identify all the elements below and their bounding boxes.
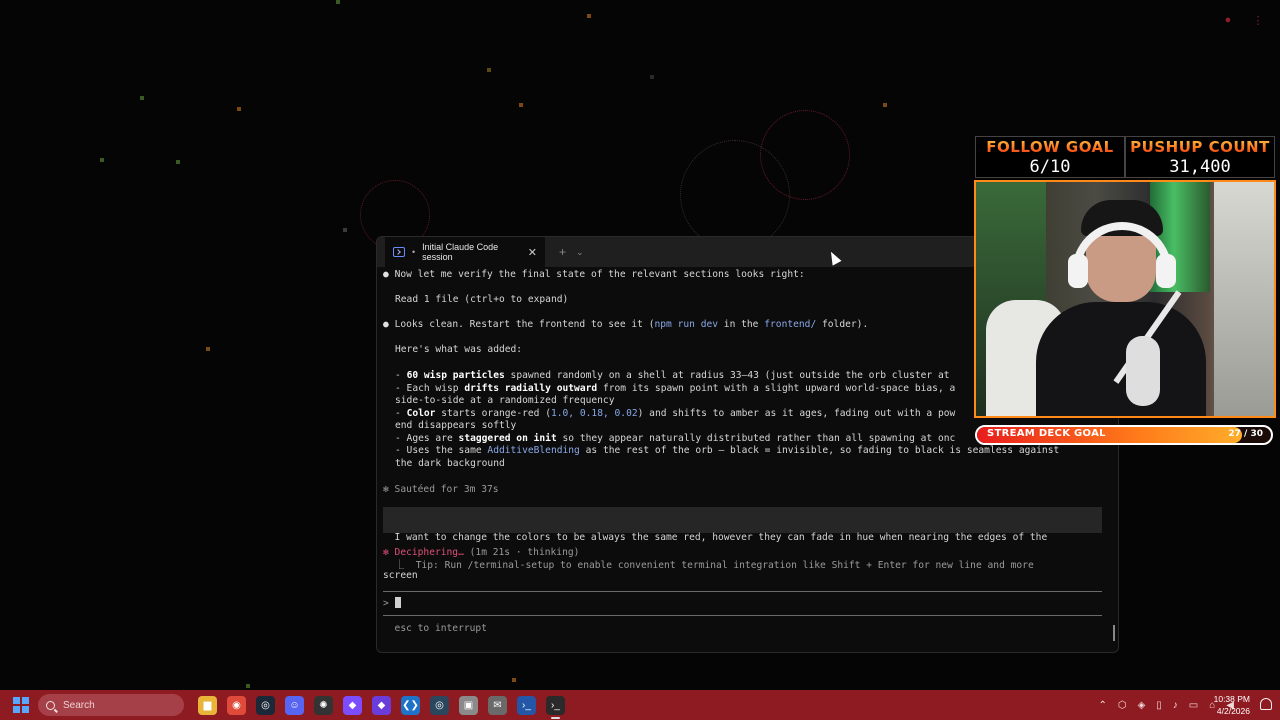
- headphone-cup: [1156, 254, 1176, 288]
- webcam-person-body: [1036, 302, 1206, 416]
- new-tab-button[interactable]: +: [559, 245, 566, 259]
- notification-bell-icon[interactable]: [1260, 698, 1272, 710]
- scrollbar[interactable]: [1113, 625, 1115, 641]
- webcam-wall: [1214, 182, 1274, 416]
- taskbar: Search ▆ ◉ ◎ ☺ ✺ ◆ ◆ ❮❯ ◎ ▣ ✉ ›_ ›_ ⌃ ⬡ ◈ ▯ ♪ ▭ ⌂ ◀ …: [0, 690, 1280, 720]
- particle: [587, 14, 591, 18]
- search-box[interactable]: Search: [38, 694, 184, 716]
- search-icon: [46, 700, 55, 710]
- list-item: - Uses the same AdditiveBlending as the …: [395, 445, 1060, 456]
- clock-date: 4/2/2026: [1216, 706, 1250, 716]
- pushup-count-value: 31,400: [1169, 157, 1231, 177]
- particle: [883, 103, 887, 107]
- terminal-tab-icon: [393, 247, 405, 257]
- particle: [650, 75, 654, 79]
- headphone-cup: [1068, 254, 1088, 288]
- tray-expand-icon[interactable]: ⌃: [1098, 700, 1106, 711]
- particle: [100, 158, 104, 162]
- chrome-icon[interactable]: ◉: [227, 695, 246, 715]
- pushup-count-title: PUSHUP COUNT: [1126, 137, 1274, 157]
- stream-deck-goal-label: STREAM DECK GOAL: [987, 428, 1106, 439]
- tray-app-icon[interactable]: ◈: [1138, 700, 1146, 711]
- mic-icon[interactable]: ●: [1221, 14, 1235, 28]
- wisp-arc: [760, 110, 850, 200]
- particle: [246, 684, 250, 688]
- thinking-status: ✻ Deciphering… (1m 21s · thinking): [383, 547, 580, 558]
- particle: [343, 228, 347, 232]
- mail-icon[interactable]: ✉: [488, 695, 507, 715]
- obsidian-icon[interactable]: ◆: [343, 695, 362, 715]
- more-icon[interactable]: ⋮: [1251, 14, 1265, 28]
- particle: [336, 0, 340, 4]
- prompt-input[interactable]: >: [383, 597, 1102, 611]
- follow-goal-title: FOLLOW GOAL: [976, 137, 1124, 157]
- particle: [140, 96, 144, 100]
- taskbar-apps: ▆ ◉ ◎ ☺ ✺ ◆ ◆ ❮❯ ◎ ▣ ✉ ›_ ›_: [198, 695, 565, 719]
- stream-goals: FOLLOW GOAL 6/10 PUSHUP COUNT 31,400: [975, 136, 1275, 178]
- file-explorer-icon[interactable]: ▆: [198, 695, 217, 715]
- divider: [383, 615, 1102, 616]
- particle: [512, 678, 516, 682]
- particle: [237, 107, 241, 111]
- steam-icon[interactable]: ◎: [256, 695, 275, 715]
- powershell-icon[interactable]: ›_: [517, 695, 536, 715]
- search-placeholder: Search: [63, 699, 95, 711]
- sauteed-timer: ✻ Sautéed for 3m 37s: [383, 484, 499, 495]
- mic-tray-icon[interactable]: ♪: [1173, 700, 1178, 711]
- display-icon[interactable]: ▭: [1189, 700, 1198, 711]
- tab-initial-session[interactable]: • Initial Claude Code session ✕: [385, 237, 545, 267]
- store-icon[interactable]: ▣: [459, 695, 478, 715]
- windows-start-icon[interactable]: [10, 694, 32, 716]
- clock[interactable]: 10:38 PM 4/2/2026: [1214, 693, 1250, 717]
- follow-goal: FOLLOW GOAL 6/10: [975, 136, 1125, 178]
- openai-icon[interactable]: ✺: [314, 695, 333, 715]
- stream-deck-goal-count: 27 / 30: [1228, 429, 1263, 439]
- tray-app-icon[interactable]: ⬡: [1118, 700, 1127, 711]
- tab-title: Initial Claude Code session: [422, 242, 499, 262]
- webcam-feed: [974, 180, 1276, 418]
- particle: [519, 103, 523, 107]
- stream-deck-goal-bar: STREAM DECK GOAL 27 / 30: [975, 425, 1273, 445]
- clock-time: 10:38 PM: [1213, 694, 1250, 704]
- divider: [383, 591, 1102, 592]
- discord-icon[interactable]: ☺: [285, 695, 304, 715]
- vscode-icon[interactable]: ❮❯: [401, 695, 420, 715]
- tab-dot: •: [411, 247, 416, 257]
- pushup-count: PUSHUP COUNT 31,400: [1125, 136, 1275, 178]
- obsidian-icon-2[interactable]: ◆: [372, 695, 391, 715]
- follow-goal-value: 6/10: [1029, 157, 1071, 177]
- steam-icon-2[interactable]: ◎: [430, 695, 449, 715]
- user-message: I want to change the colors to be always…: [383, 507, 1102, 581]
- microphone: [1126, 336, 1160, 406]
- close-icon[interactable]: ✕: [528, 246, 537, 259]
- tip-line: ⎿ Tip: Run /terminal-setup to enable con…: [383, 560, 1034, 571]
- battery-icon[interactable]: ▯: [1156, 700, 1162, 711]
- particle: [176, 160, 180, 164]
- esc-hint: esc to interrupt: [383, 623, 487, 634]
- list-item-cont: the dark background: [395, 457, 505, 469]
- terminal-icon[interactable]: ›_: [546, 695, 565, 719]
- particle: [487, 68, 491, 72]
- chevron-down-icon[interactable]: ⌄: [576, 247, 584, 258]
- particle: [206, 347, 210, 351]
- text-cursor: [394, 597, 401, 608]
